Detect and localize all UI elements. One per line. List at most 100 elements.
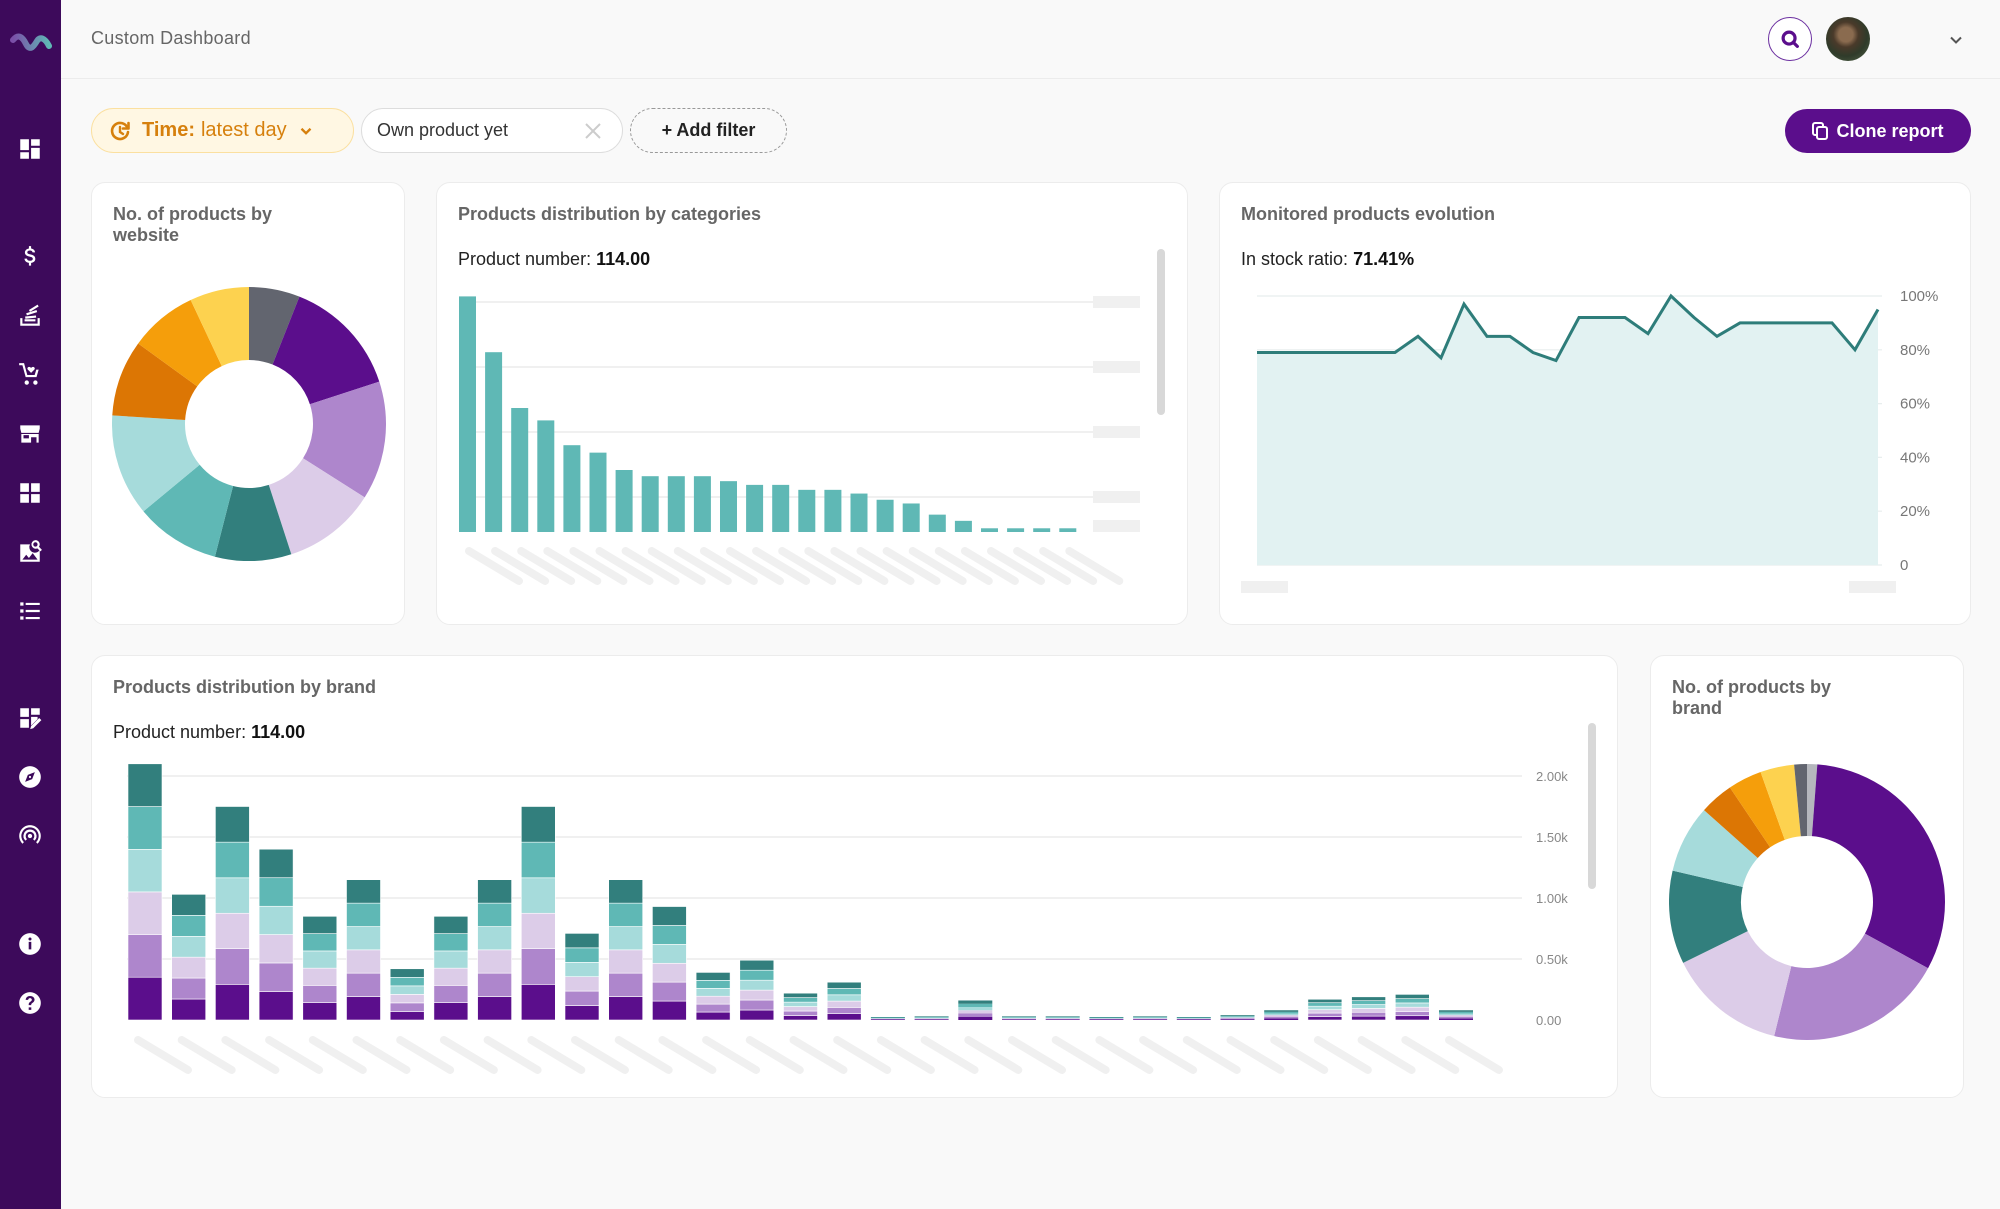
bar-segment [433, 950, 469, 969]
ytick-label: 80% [1900, 342, 1930, 359]
xtick-label-placeholder [483, 1036, 542, 1074]
chart-scrollbar[interactable] [1157, 249, 1165, 415]
bar-segment [564, 990, 600, 1006]
chevron-down-icon [1950, 36, 1962, 44]
bar-segment [1002, 1018, 1036, 1019]
bar-segment [1307, 1005, 1343, 1010]
sidebar-item-categories[interactable] [14, 477, 46, 509]
xtick-label-placeholder [1313, 1036, 1372, 1074]
sidebar-item-stock[interactable] [14, 300, 46, 332]
clone-report-button[interactable]: Clone report [1785, 109, 1971, 153]
bar-segment [389, 985, 425, 995]
user-menu-toggle[interactable] [1946, 30, 1966, 50]
ytick-label: 60% [1900, 396, 1930, 413]
bar-segment [1439, 1015, 1473, 1017]
bar-segment [826, 988, 862, 996]
bar-segment [695, 1011, 731, 1021]
ytick-label-placeholder [1093, 491, 1140, 503]
sidebar-item-shopping[interactable] [14, 359, 46, 391]
close-icon[interactable] [582, 120, 604, 142]
sidebar-item-list[interactable] [14, 595, 46, 627]
brand-logo[interactable] [10, 32, 52, 56]
bar-segment [608, 926, 644, 951]
search-button[interactable] [1768, 17, 1812, 61]
bar-segment [1307, 1002, 1343, 1007]
bar-segment [171, 894, 206, 916]
bar-segment [1307, 1009, 1343, 1014]
bar [485, 352, 503, 532]
sidebar-item-help[interactable] [14, 987, 46, 1019]
bar-segment [826, 1000, 862, 1008]
sidebar-item-info[interactable] [14, 928, 46, 960]
xtick-label-placeholder [1401, 1036, 1460, 1074]
xtick-label-placeholder [673, 547, 732, 585]
bar [720, 481, 737, 532]
xtick-label-placeholder [1039, 547, 1098, 585]
bar [902, 503, 920, 532]
xtick-label-placeholder [1095, 1036, 1154, 1074]
bar-segment [608, 972, 644, 997]
xtick-label-placeholder [1226, 1036, 1285, 1074]
bar-segment [1439, 1018, 1473, 1020]
bar-segment [652, 1000, 687, 1021]
xtick-label-placeholder [1241, 581, 1288, 593]
xtick-label-placeholder [1849, 581, 1896, 593]
bar [850, 493, 868, 532]
bar-segment [608, 879, 644, 904]
bar [537, 420, 555, 532]
bar-segment [1045, 1016, 1080, 1017]
xtick-label-placeholder [987, 547, 1045, 585]
ytick-label: 0 [1900, 557, 1908, 574]
bar-segment [1045, 1017, 1080, 1019]
chart-scrollbar[interactable] [1588, 723, 1596, 889]
bar-segment [1089, 1017, 1124, 1019]
bar-segment [520, 984, 556, 1021]
ytick-label-placeholder [1093, 520, 1140, 532]
bar-segment [1220, 1019, 1255, 1020]
bar-segment [477, 972, 512, 997]
bar-segment [1351, 1011, 1386, 1017]
bar-segment [346, 926, 381, 951]
bar-segment [520, 806, 556, 843]
xtick-label-placeholder [882, 547, 941, 585]
bar-segment [695, 988, 731, 997]
avatar[interactable] [1826, 17, 1870, 61]
bar-segment [783, 1010, 818, 1016]
bar [563, 445, 581, 532]
xtick-label-placeholder [465, 547, 523, 585]
time-filter-value: latest day [200, 119, 287, 141]
bar-segment [1176, 1019, 1211, 1020]
bar-segment [215, 806, 250, 843]
ytick-label: 1.50k [1536, 830, 1568, 845]
xtick-label-placeholder [1445, 1036, 1503, 1074]
sidebar-item-monitoring[interactable] [14, 820, 46, 852]
xtick-label-placeholder [569, 547, 628, 585]
bar [798, 489, 816, 532]
card-products-by-brand-distribution: Products distribution by brand Product n… [91, 655, 1618, 1098]
bar-segment [564, 947, 600, 963]
time-filter-dropdown[interactable]: Time: latest day [91, 108, 354, 153]
broadcast-icon [19, 825, 41, 844]
own-product-filter-chip[interactable]: Own product yet [361, 108, 623, 153]
xtick-label-placeholder [1357, 1036, 1416, 1074]
bar-segment [958, 1013, 993, 1017]
bar-segment [302, 1002, 338, 1021]
bar-segment [389, 994, 425, 1004]
add-filter-button[interactable]: + Add filter [630, 108, 787, 153]
sidebar-item-dashboard[interactable] [14, 133, 46, 165]
sidebar-item-explore[interactable] [14, 761, 46, 793]
sidebar-item-image-search[interactable] [14, 536, 46, 568]
bar-segment [346, 972, 381, 997]
image-search-icon [20, 540, 42, 562]
bar-segment [1395, 1011, 1430, 1017]
bar-segment [1002, 1016, 1036, 1018]
sidebar-item-custom-dashboard[interactable] [14, 702, 46, 734]
bar-segment [1089, 1018, 1124, 1020]
sidebar-item-store[interactable] [14, 418, 46, 450]
sidebar-item-pricing[interactable] [14, 241, 46, 273]
bar-segment [783, 992, 818, 998]
bar-segment [1133, 1018, 1168, 1019]
bar-segment [870, 1019, 905, 1020]
help-icon [19, 992, 41, 1014]
xtick-label-placeholder [352, 1036, 411, 1074]
